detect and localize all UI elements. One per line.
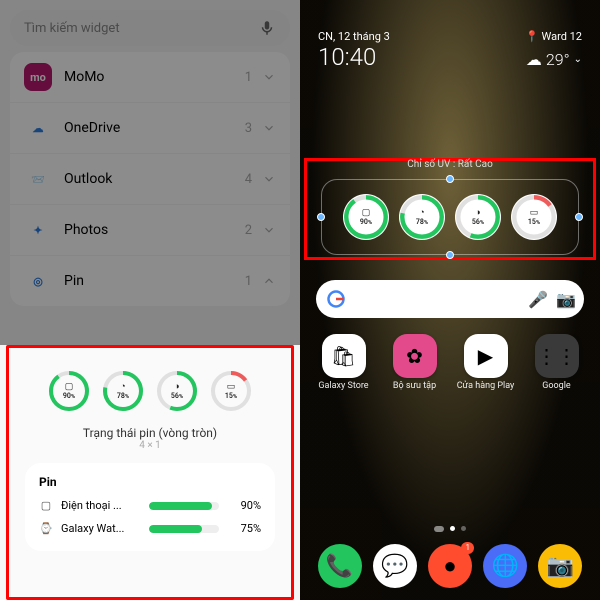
chevron-down-icon (262, 172, 276, 186)
uv-label: Chỉ số UV : Rất Cao (407, 159, 493, 170)
widget-search-input[interactable]: Tìm kiếm widget (10, 10, 290, 46)
dock: 📞 💬 ●1 🌐 📷 (300, 544, 600, 588)
home-page-dot[interactable] (434, 526, 444, 532)
weather-temp[interactable]: ☁ 29° ⌄ (526, 50, 582, 69)
resize-handle-bottom[interactable] (446, 251, 454, 259)
device-row: ⌚ Galaxy Wat... 75% (39, 522, 261, 535)
status-area: CN, 12 tháng 3 📍 Ward 12 10:40 ☁ 29° ⌄ (300, 0, 600, 75)
app-list-row[interactable]: ✦ Photos 2 (10, 205, 290, 255)
page-indicator[interactable] (300, 526, 600, 532)
chevron-up-icon (262, 274, 276, 288)
battery-detail-card: Pin ▢ Điện thoại ... 90% ⌚ Galaxy Wat...… (25, 463, 275, 551)
resize-handle-right[interactable] (575, 213, 583, 221)
device-icon: ▢ (39, 499, 53, 512)
chevron-down-icon (262, 121, 276, 135)
widget-app-list: mo MoMo 1 ☁ OneDrive 3 📨 Outlook 4 ✦ Pho… (0, 52, 300, 306)
dock-app[interactable]: 🌐 (483, 544, 527, 588)
notification-badge: 1 (461, 542, 474, 554)
search-placeholder: Tìm kiếm widget (24, 21, 120, 36)
home-screen-panel: CN, 12 tháng 3 📍 Ward 12 10:40 ☁ 29° ⌄ C… (300, 0, 600, 600)
battery-ring: ▢90% (48, 370, 90, 412)
device-name: Điện thoại ... (61, 499, 141, 512)
app-list-row[interactable]: mo MoMo 1 (10, 52, 290, 102)
battery-ring: ▭15% (511, 194, 557, 240)
device-icon: ⌚ (39, 522, 53, 535)
page-dot[interactable] (450, 526, 455, 531)
app-row: 🛍 Galaxy Store ✿ Bộ sưu tập ▶ Cửa hàng P… (300, 334, 600, 402)
battery-ring: ◑56% (455, 194, 501, 240)
device-row: ▢ Điện thoại ... 90% (39, 499, 261, 512)
dock-app[interactable]: ●1 (428, 544, 472, 588)
mic-icon[interactable]: 🎤 (528, 290, 546, 308)
app-list-row[interactable]: ◎ Pin 1 (10, 256, 290, 306)
resize-handle-top[interactable] (446, 175, 454, 183)
battery-ring-row: ▢90% ◔78% ◑56% ▭15% (25, 370, 275, 412)
clock: 10:40 (318, 43, 376, 71)
widget-size: 4 × 1 (25, 440, 275, 451)
date-label: CN, 12 tháng 3 (318, 30, 390, 43)
selected-widget-preview: ▢90% ◔78% ◑56% ▭15% Trạng thái pin (vòng… (6, 345, 294, 600)
dock-app[interactable]: 📞 (318, 544, 362, 588)
resize-handle-left[interactable] (317, 213, 325, 221)
app-icon[interactable]: ✿ Bộ sưu tập (385, 334, 445, 402)
battery-ring: ◔78% (399, 194, 445, 240)
battery-ring: ▢90% (343, 194, 389, 240)
app-icon[interactable]: ▶ Cửa hàng Play (456, 334, 516, 402)
battery-ring: ◔78% (102, 370, 144, 412)
app-list-row[interactable]: ☁ OneDrive 3 (10, 103, 290, 153)
device-name: Galaxy Wat... (61, 522, 141, 535)
widget-title: Trạng thái pin (vòng tròn) (25, 426, 275, 440)
placed-widget-highlight: Chỉ số UV : Rất Cao ▢90% ◔78% ◑56% ▭15% (304, 158, 596, 260)
battery-ring: ▭15% (210, 370, 252, 412)
location-label: 📍 Ward 12 (525, 30, 582, 43)
chevron-down-icon (262, 223, 276, 237)
widget-picker-panel: Tìm kiếm widget mo MoMo 1 ☁ OneDrive 3 📨… (0, 0, 300, 600)
dock-app[interactable]: 📷 (538, 544, 582, 588)
google-logo-icon (326, 289, 346, 309)
lens-icon[interactable]: 📷 (556, 290, 574, 308)
detail-header: Pin (39, 475, 261, 489)
google-search-bar[interactable]: 🎤 📷 (316, 280, 584, 318)
mic-icon[interactable] (258, 19, 276, 37)
dock-app[interactable]: 💬 (373, 544, 417, 588)
app-list-row[interactable]: 📨 Outlook 4 (10, 154, 290, 204)
chevron-down-icon (262, 70, 276, 84)
app-icon[interactable]: 🛍 Galaxy Store (314, 334, 374, 402)
battery-ring: ◑56% (156, 370, 198, 412)
page-dot[interactable] (461, 526, 466, 531)
placed-battery-widget[interactable]: ▢90% ◔78% ◑56% ▭15% (321, 179, 579, 255)
app-icon[interactable]: ⋮⋮ Google (527, 334, 587, 402)
